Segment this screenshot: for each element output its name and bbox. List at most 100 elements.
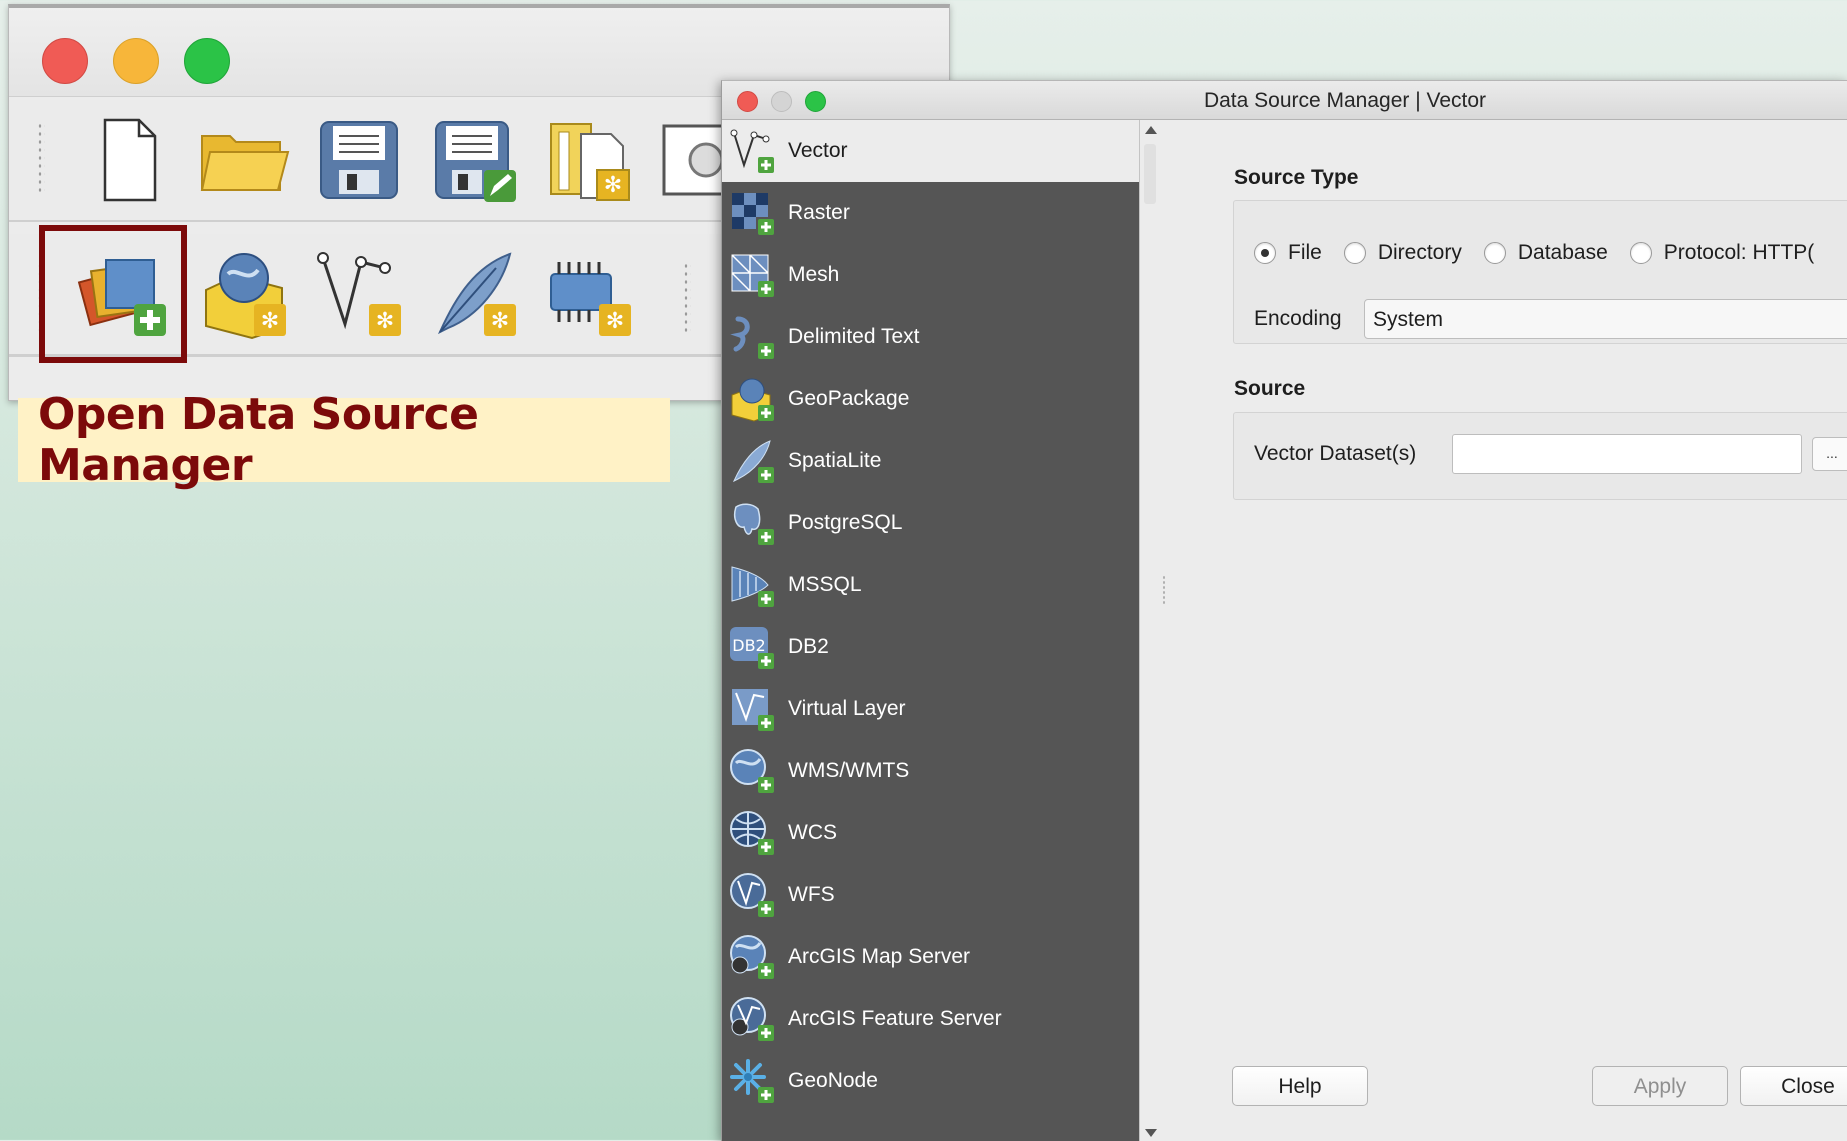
new-shapefile-layer-icon: ✻	[317, 252, 401, 336]
sidebar-item-label: ArcGIS Feature Server	[788, 1007, 1002, 1030]
splitter-handle[interactable]	[1162, 575, 1166, 605]
mssql-icon	[728, 561, 776, 609]
sidebar-item-label: GeoPackage	[788, 387, 910, 410]
sidebar-item-vector[interactable]: Vector	[722, 120, 1139, 182]
sidebar-item-wcs[interactable]: WCS	[722, 802, 1139, 864]
new-spatialite-layer-icon: ✻	[437, 252, 516, 336]
source-type-title: Source Type	[1234, 166, 1359, 189]
save-as-button[interactable]	[424, 110, 524, 210]
new-geopackage-layer-button[interactable]: ✻	[194, 244, 294, 344]
source-type-options: File Directory Database Protocol: HTTP(	[1254, 241, 1836, 265]
sidebar-item-label: Mesh	[788, 263, 840, 286]
radio-label: Directory	[1377, 241, 1462, 264]
sidebar-item-wms-wmts[interactable]: WMS/WMTS	[722, 740, 1139, 802]
new-print-layout-button[interactable]: ✻	[539, 110, 639, 210]
sidebar-item-virtual-layer[interactable]: Virtual Layer	[722, 678, 1139, 740]
vector-dataset-label: Vector Dataset(s)	[1254, 442, 1417, 465]
arcgis-feature-server-icon	[728, 995, 776, 1043]
open-project-icon	[200, 135, 290, 191]
wcs-icon	[728, 809, 776, 857]
sidebar-item-label: Vector	[788, 139, 848, 162]
svg-text:✻: ✻	[261, 309, 279, 334]
svg-text:✻: ✻	[604, 173, 622, 198]
geonode-icon	[728, 1057, 776, 1105]
geopackage-icon	[728, 375, 776, 423]
sidebar-item-arcgis-feature-server[interactable]: ArcGIS Feature Server	[722, 988, 1139, 1050]
new-temporary-layer-button[interactable]: ✻	[539, 244, 639, 344]
radio-label: Database	[1517, 241, 1608, 264]
radio-unchecked-icon	[1343, 242, 1366, 264]
sidebar-item-raster[interactable]: Raster	[722, 182, 1139, 244]
sidebar-item-label: ArcGIS Map Server	[788, 945, 971, 968]
radio-database[interactable]: Database	[1483, 241, 1608, 265]
scroll-down-arrow-icon[interactable]	[1145, 1129, 1157, 1137]
sidebar-item-geonode[interactable]: GeoNode	[722, 1050, 1139, 1112]
radio-label: Protocol: HTTP(	[1663, 241, 1815, 264]
sidebar-item-postgresql[interactable]: PostgreSQL	[722, 492, 1139, 554]
open-project-button[interactable]	[194, 110, 294, 210]
new-temporary-layer-icon: ✻	[550, 262, 631, 336]
spatialite-icon	[728, 437, 776, 485]
new-geopackage-layer-icon: ✻	[205, 253, 286, 340]
sidebar-item-label: WCS	[788, 821, 837, 844]
zoom-window-button[interactable]	[184, 38, 230, 84]
sidebar-item-label: Virtual Layer	[788, 697, 906, 720]
virtual-layer-icon	[728, 685, 776, 733]
save-project-icon	[320, 121, 398, 199]
toolbar-grip[interactable]	[683, 262, 691, 332]
minimize-window-button[interactable]	[113, 38, 159, 84]
radio-file[interactable]: File	[1254, 241, 1322, 265]
radio-unchecked-icon	[1629, 242, 1652, 264]
wms-icon	[728, 747, 776, 795]
new-shapefile-layer-button[interactable]: ✻	[309, 244, 409, 344]
vector-dataset-input[interactable]	[1452, 434, 1802, 474]
source-group: Vector Dataset(s) ...	[1233, 412, 1847, 500]
help-button[interactable]: Help	[1232, 1066, 1368, 1106]
highlight-box	[39, 225, 187, 363]
callout-text: Open Data Source Manager	[38, 389, 479, 491]
sidebar-item-label: MSSQL	[788, 573, 862, 596]
sidebar-item-arcgis-map-server[interactable]: ArcGIS Map Server	[722, 926, 1139, 988]
sidebar-item-label: Raster	[788, 201, 850, 224]
sidebar-item-mesh[interactable]: Mesh	[722, 244, 1139, 306]
db2-icon: DB2	[728, 623, 776, 671]
sidebar-item-label: Delimited Text	[788, 325, 920, 348]
vector-icon	[728, 127, 776, 175]
radio-directory[interactable]: Directory	[1343, 241, 1462, 265]
sidebar-item-label: WMS/WMTS	[788, 759, 910, 782]
encoding-select[interactable]: System	[1364, 299, 1847, 339]
sidebar-item-label: WFS	[788, 883, 835, 906]
close-window-button[interactable]	[42, 38, 88, 84]
close-button[interactable]: Close	[1740, 1066, 1847, 1106]
radio-checked-icon	[1254, 242, 1276, 264]
sidebar-item-wfs[interactable]: WFS	[722, 864, 1139, 926]
svg-text:✻: ✻	[376, 309, 394, 334]
data-source-manager-dialog: Data Source Manager | Vector Vector Rast…	[721, 80, 1847, 1141]
source-title: Source	[1234, 377, 1306, 400]
toolbar-grip[interactable]	[37, 122, 45, 192]
new-print-layout-icon: ✻	[550, 123, 630, 201]
scrollbar-thumb[interactable]	[1144, 144, 1156, 204]
postgresql-icon	[728, 499, 776, 547]
encoding-label: Encoding	[1254, 307, 1342, 330]
browse-button[interactable]: ...	[1812, 437, 1847, 471]
apply-button[interactable]: Apply	[1592, 1066, 1728, 1106]
callout-label: Open Data Source Manager	[18, 389, 670, 491]
radio-protocol[interactable]: Protocol: HTTP(	[1629, 241, 1815, 265]
new-spatialite-layer-button[interactable]: ✻	[424, 244, 524, 344]
delimited-text-icon	[728, 313, 776, 361]
vector-source-panel: Source Type File Directory Database Prot…	[1162, 120, 1847, 1141]
sidebar-item-label: PostgreSQL	[788, 511, 903, 534]
wfs-icon	[728, 871, 776, 919]
sidebar-item-geopackage[interactable]: GeoPackage	[722, 368, 1139, 430]
new-project-button[interactable]	[79, 110, 179, 210]
sidebar-item-mssql[interactable]: MSSQL	[722, 554, 1139, 616]
scroll-up-arrow-icon[interactable]	[1145, 126, 1157, 134]
sidebar-item-delimited-text[interactable]: Delimited Text	[722, 306, 1139, 368]
sidebar-item-db2[interactable]: DB2 DB2	[722, 616, 1139, 678]
save-project-button[interactable]	[309, 110, 409, 210]
sidebar-scrollbar[interactable]	[1139, 120, 1162, 1141]
sidebar-item-label: DB2	[788, 635, 829, 658]
mesh-icon	[728, 251, 776, 299]
sidebar-item-spatialite[interactable]: SpatiaLite	[722, 430, 1139, 492]
